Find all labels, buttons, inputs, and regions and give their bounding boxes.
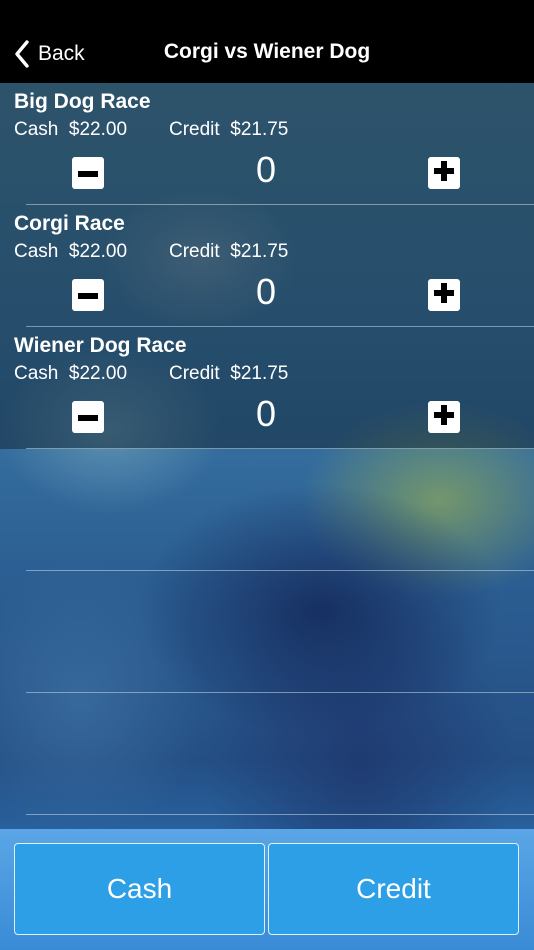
cash-label: Cash (14, 119, 59, 140)
credit-price: $21.75 (230, 363, 289, 384)
empty-row (0, 449, 534, 571)
plus-icon (434, 282, 454, 308)
credit-label: Credit (169, 241, 220, 262)
price-line: Cash $22.00 Credit $21.75 (14, 241, 288, 263)
credit-label: Credit (169, 119, 220, 140)
quantity-value: 0 (255, 149, 277, 190)
pay-cash-button[interactable]: Cash (14, 843, 265, 935)
list-item: Big Dog Race Cash $22.00 Credit $21.75 0 (0, 83, 534, 205)
cash-price: $22.00 (68, 241, 128, 262)
quantity-value: 0 (255, 271, 277, 312)
race-name: Wiener Dog Race (14, 334, 187, 357)
cash-label: Cash (14, 363, 59, 384)
navigation-bar: Back Corgi vs Wiener Dog (0, 0, 534, 83)
price-line: Cash $22.00 Credit $21.75 (14, 363, 288, 385)
empty-row (0, 693, 534, 815)
minus-icon (78, 408, 98, 426)
race-name: Corgi Race (14, 212, 125, 235)
race-name: Big Dog Race (14, 90, 151, 113)
increase-button[interactable] (428, 279, 460, 311)
cash-label: Cash (14, 241, 59, 262)
row-separator (26, 814, 534, 815)
minus-icon (78, 164, 98, 182)
race-list: Big Dog Race Cash $22.00 Credit $21.75 0… (0, 83, 534, 815)
plus-icon (434, 160, 454, 186)
list-item: Corgi Race Cash $22.00 Credit $21.75 0 (0, 205, 534, 327)
cash-price: $22.00 (68, 363, 128, 384)
credit-price: $21.75 (230, 241, 289, 262)
increase-button[interactable] (428, 401, 460, 433)
list-item: Wiener Dog Race Cash $22.00 Credit $21.7… (0, 327, 534, 449)
price-line: Cash $22.00 Credit $21.75 (14, 119, 288, 141)
empty-row (0, 571, 534, 693)
pay-credit-button[interactable]: Credit (268, 843, 519, 935)
decrease-button[interactable] (72, 401, 104, 433)
quantity-value: 0 (255, 393, 277, 434)
credit-price: $21.75 (230, 119, 289, 140)
page-title: Corgi vs Wiener Dog (163, 40, 371, 63)
decrease-button[interactable] (72, 157, 104, 189)
cash-price: $22.00 (68, 119, 128, 140)
plus-icon (434, 404, 454, 430)
minus-icon (78, 286, 98, 304)
credit-label: Credit (169, 363, 220, 384)
increase-button[interactable] (428, 157, 460, 189)
decrease-button[interactable] (72, 279, 104, 311)
